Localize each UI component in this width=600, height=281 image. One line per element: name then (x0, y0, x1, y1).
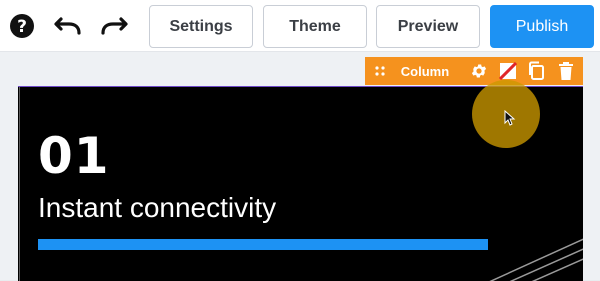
no-fill-icon (499, 62, 517, 80)
copy-icon (529, 61, 544, 80)
editor-toolbar: ? Settings Theme Preview Publish (0, 0, 600, 52)
gear-icon (471, 64, 487, 78)
column-label: Column (400, 63, 450, 79)
preview-button[interactable]: Preview (376, 5, 480, 48)
redo-icon (101, 17, 128, 35)
column-settings-button[interactable] (468, 57, 490, 85)
drag-handle[interactable] (371, 57, 389, 85)
publish-button[interactable]: Publish (490, 5, 594, 48)
svg-text:?: ? (17, 17, 27, 37)
decorative-lines (489, 238, 583, 281)
mouse-cursor-icon (504, 110, 516, 126)
theme-button[interactable]: Theme (263, 5, 367, 48)
redo-button[interactable] (98, 10, 130, 42)
undo-button[interactable] (52, 10, 84, 42)
question-circle-icon: ? (10, 14, 34, 38)
column-delete-button[interactable] (555, 57, 577, 85)
progress-bar-fill (38, 239, 488, 250)
step-title: Instant connectivity (38, 192, 277, 223)
trash-icon (559, 62, 573, 80)
settings-button[interactable]: Settings (149, 5, 253, 48)
step-number: 01 (38, 127, 110, 185)
undo-icon (54, 17, 81, 35)
progress-bar (38, 239, 488, 250)
column-toolbar: Column (365, 57, 583, 85)
drag-handle-icon (375, 66, 385, 76)
column-duplicate-button[interactable] (525, 57, 547, 85)
help-button[interactable]: ? (6, 10, 38, 42)
column-guide-line (19, 87, 20, 281)
